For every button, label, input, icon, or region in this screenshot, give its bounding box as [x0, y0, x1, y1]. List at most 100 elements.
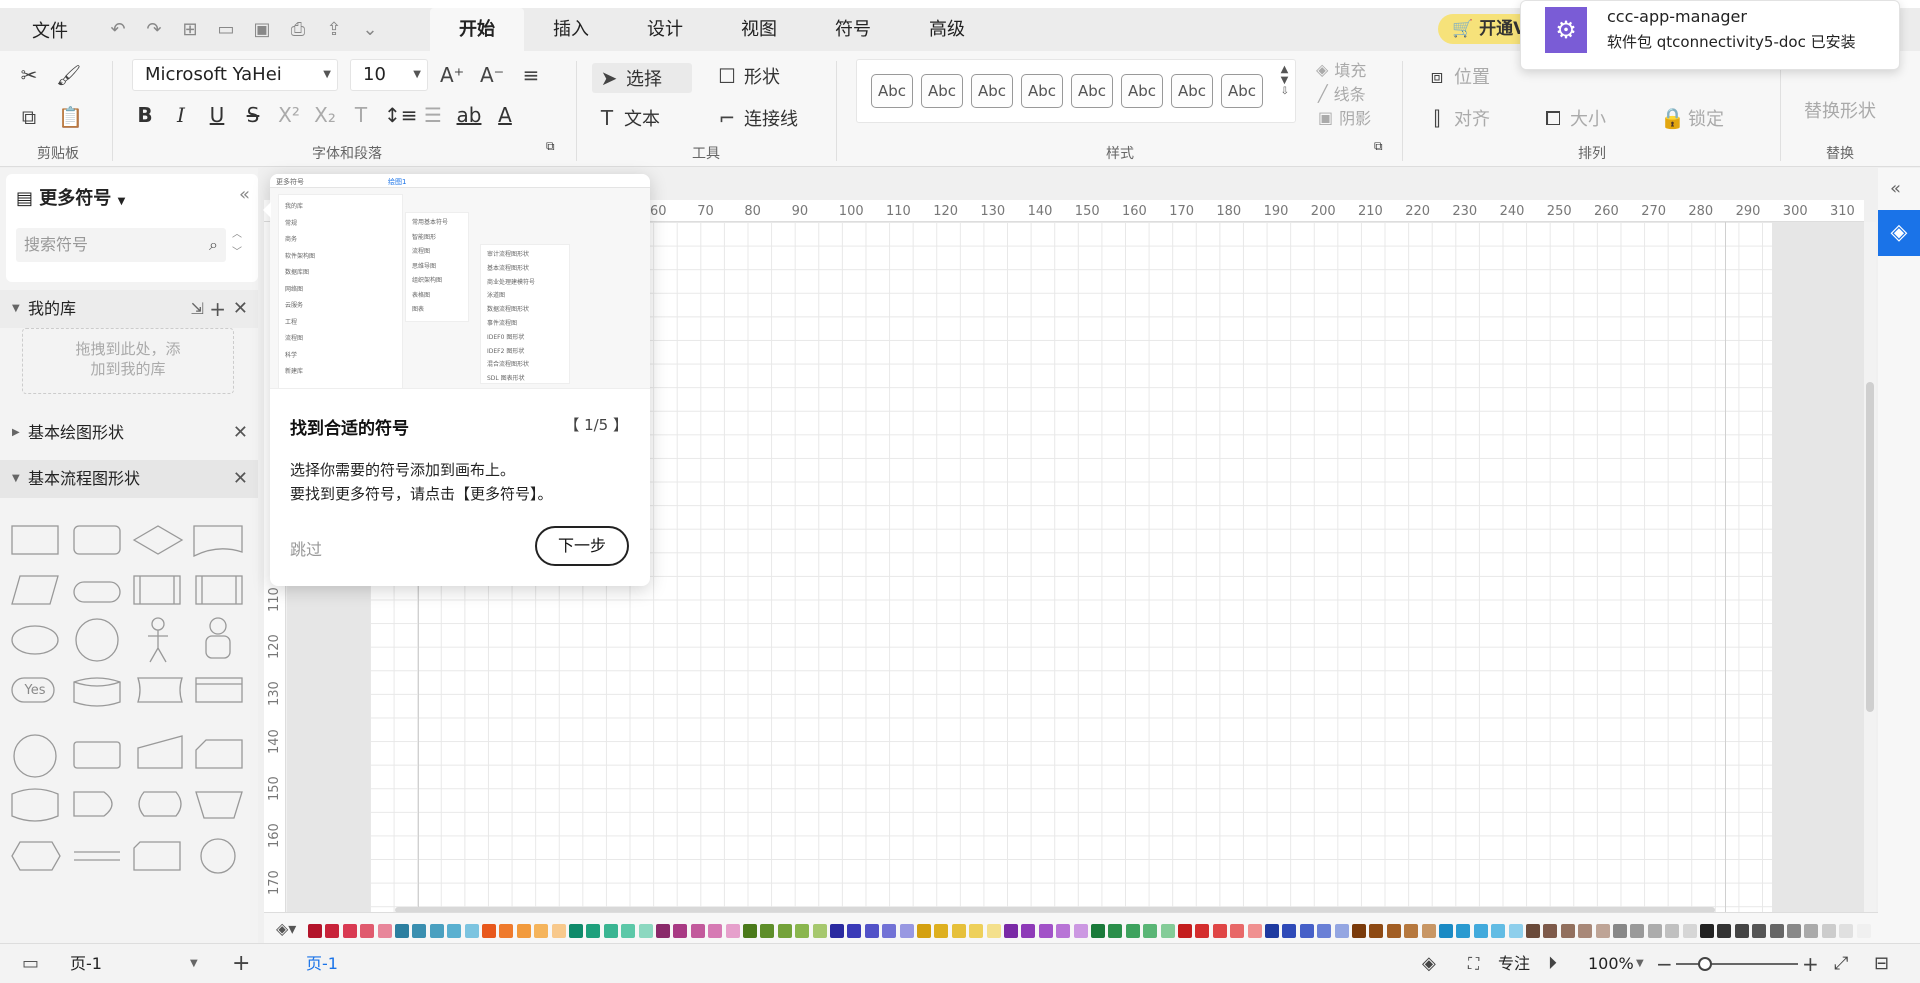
color-swatch[interactable]	[864, 924, 879, 938]
color-swatch[interactable]	[1473, 924, 1488, 938]
color-swatch[interactable]	[360, 924, 375, 938]
search-icon[interactable]: ⌕	[209, 228, 218, 262]
color-swatch[interactable]	[1543, 924, 1558, 938]
redo-icon[interactable]: ↷	[142, 19, 166, 40]
card-cut-shape[interactable]	[195, 739, 243, 769]
color-swatch[interactable]	[1508, 924, 1523, 938]
focus-icon[interactable]: ⛶	[1468, 944, 1479, 983]
color-swatch[interactable]	[1613, 924, 1627, 938]
or-shape[interactable]	[200, 838, 236, 874]
color-swatch[interactable]	[899, 924, 914, 938]
color-swatch[interactable]	[725, 924, 740, 938]
color-swatch[interactable]	[429, 924, 444, 938]
page-select[interactable]: 页-1	[70, 944, 102, 983]
process-shape[interactable]	[11, 525, 59, 555]
color-swatch[interactable]	[1317, 924, 1332, 938]
color-swatch[interactable]	[760, 924, 775, 938]
color-swatch[interactable]	[377, 924, 392, 938]
style-sample[interactable]: Abc	[971, 74, 1013, 108]
color-swatch[interactable]	[1769, 924, 1784, 938]
paint-bucket-button[interactable]: ◈	[1878, 210, 1920, 256]
strikethrough-icon[interactable]: S	[240, 103, 266, 127]
color-swatch[interactable]	[1038, 924, 1053, 938]
style-sample[interactable]: Abc	[1221, 74, 1263, 108]
zoom-in-icon[interactable]: +	[1802, 944, 1819, 983]
close-icon[interactable]: ✕	[233, 414, 248, 452]
color-swatch[interactable]	[934, 924, 949, 938]
italic-icon[interactable]: I	[168, 103, 194, 127]
color-swatch[interactable]	[1526, 924, 1540, 938]
color-swatch[interactable]	[795, 924, 810, 938]
vertical-scrollbar[interactable]	[1864, 222, 1876, 912]
color-swatch[interactable]	[1839, 924, 1854, 938]
export-icon[interactable]: ⇪	[322, 19, 346, 40]
color-swatch[interactable]	[1369, 924, 1384, 938]
color-swatch[interactable]	[690, 924, 705, 938]
zoom-out-icon[interactable]: −	[1656, 944, 1673, 983]
color-swatch[interactable]	[708, 924, 723, 938]
color-swatch[interactable]	[1700, 924, 1714, 938]
color-swatch[interactable]	[1856, 924, 1871, 938]
bold-icon[interactable]: B	[132, 103, 158, 127]
color-swatch[interactable]	[882, 924, 897, 938]
shadow-button[interactable]: ▣ 阴影	[1318, 105, 1371, 129]
zoom-value[interactable]: 100%	[1588, 944, 1634, 983]
tab-insert[interactable]: 插入	[524, 8, 618, 51]
color-swatch[interactable]	[447, 924, 462, 938]
color-swatch[interactable]	[638, 924, 653, 938]
layers-icon[interactable]: ◈	[1422, 944, 1436, 983]
underline-icon[interactable]: U	[204, 103, 230, 127]
color-swatch[interactable]	[1647, 924, 1662, 938]
superscript-icon[interactable]: X²	[276, 103, 302, 127]
gallery-scroll-icon[interactable]: ▲ ▼ ⇩	[1281, 64, 1289, 97]
import-icon[interactable]: ⇲	[191, 290, 204, 328]
color-swatch[interactable]	[516, 924, 531, 938]
color-swatch[interactable]	[1091, 924, 1105, 938]
format-painter-button[interactable]: 🖌	[56, 63, 81, 87]
database-shape[interactable]	[73, 677, 121, 707]
color-swatch[interactable]	[743, 924, 757, 938]
bullet-list-icon[interactable]: ☰	[420, 103, 446, 127]
shrink-font-button[interactable]: A⁻	[480, 63, 504, 87]
tape-shape[interactable]	[11, 788, 59, 822]
caret-down-icon[interactable]: ▼	[190, 944, 198, 983]
close-icon[interactable]: ✕	[233, 460, 248, 498]
scroll-thumb[interactable]	[1866, 382, 1874, 712]
color-swatch[interactable]	[1630, 924, 1645, 938]
style-sample[interactable]: Abc	[1121, 74, 1163, 108]
lock-button[interactable]: 🔒 锁定	[1660, 105, 1724, 131]
color-swatch[interactable]	[325, 924, 340, 938]
fit-page-icon[interactable]: ⤢	[1834, 944, 1848, 983]
color-swatch[interactable]	[412, 924, 427, 938]
size-button[interactable]: ⧠ 大小	[1542, 105, 1606, 131]
style-sample[interactable]: Abc	[1171, 74, 1213, 108]
internal-storage-shape[interactable]	[195, 575, 243, 605]
style-sample[interactable]: Abc	[1071, 74, 1113, 108]
next-step-button[interactable]: 下一步	[535, 526, 629, 566]
person-shape[interactable]	[209, 617, 227, 635]
text-style-icon[interactable]: T	[348, 103, 374, 127]
line-spacing-icon[interactable]: ↕≡	[384, 103, 418, 127]
search-nav-icon[interactable]: ︿ ﹀	[232, 226, 242, 262]
style-sample[interactable]: Abc	[1021, 74, 1063, 108]
color-swatch[interactable]	[342, 924, 357, 938]
position-button[interactable]: ⧈ 位置	[1426, 63, 1490, 89]
replace-shape-button[interactable]: 替换形状	[1804, 97, 1876, 123]
delay-shape[interactable]	[73, 791, 113, 817]
align-button[interactable]: ≡	[520, 63, 542, 87]
color-swatch[interactable]	[1560, 924, 1575, 938]
color-swatch[interactable]	[1265, 924, 1279, 938]
color-swatch[interactable]	[777, 924, 792, 938]
color-swatch[interactable]	[1282, 924, 1297, 938]
color-swatch[interactable]	[969, 924, 984, 938]
add-page-icon[interactable]: +	[232, 944, 250, 983]
color-swatch[interactable]	[830, 924, 844, 938]
color-swatch[interactable]	[1230, 924, 1245, 938]
caret-down-icon[interactable]: ▼	[1636, 944, 1644, 983]
actor-shape[interactable]	[151, 617, 165, 631]
tab-view[interactable]: 视图	[712, 8, 806, 51]
color-swatch[interactable]	[1247, 924, 1262, 938]
card-shape[interactable]	[195, 677, 243, 703]
color-swatch[interactable]	[603, 924, 618, 938]
color-swatch[interactable]	[551, 924, 566, 938]
